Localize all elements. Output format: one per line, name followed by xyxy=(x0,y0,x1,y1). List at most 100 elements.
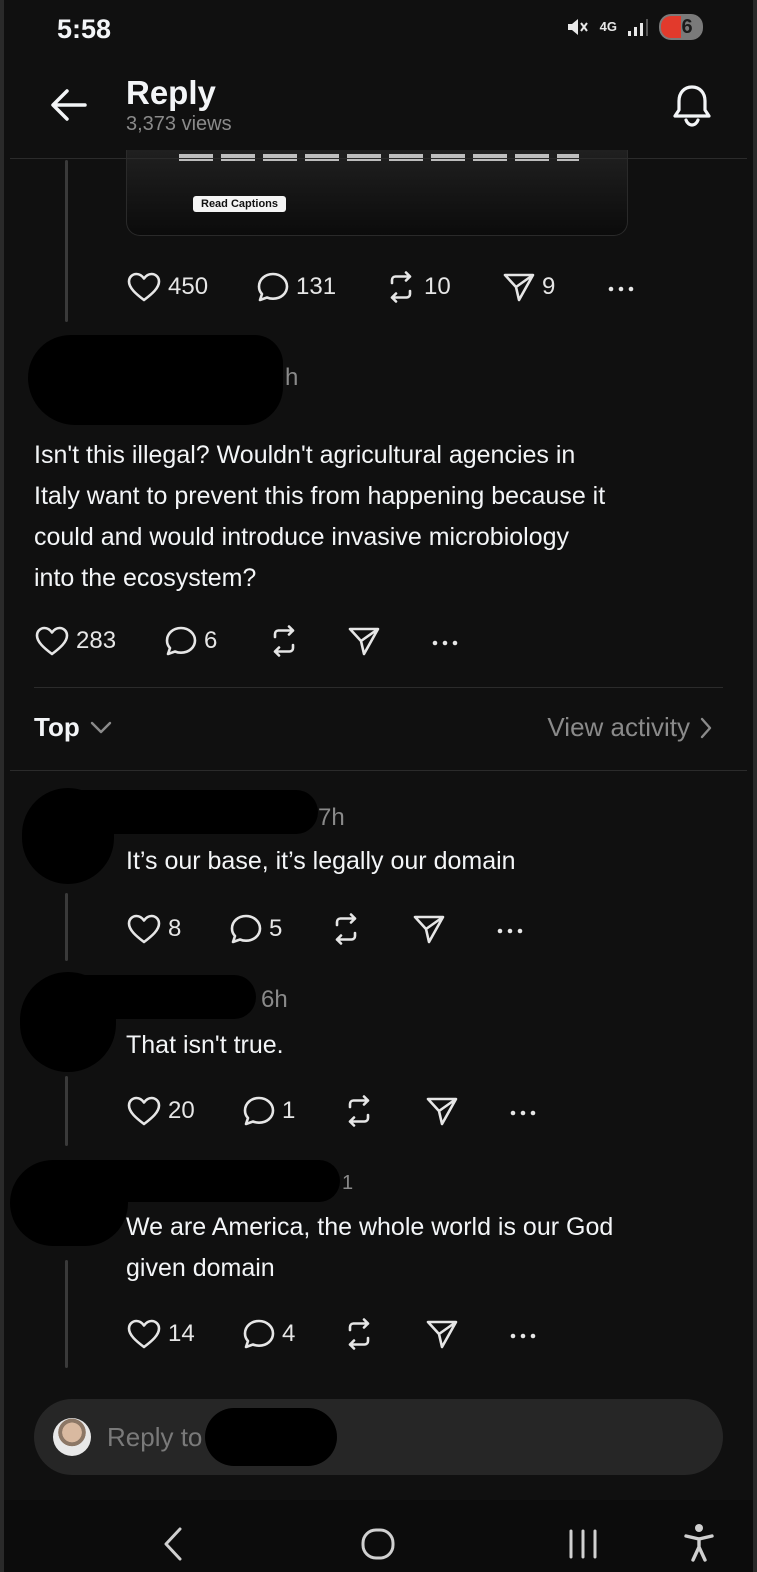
comment-line: We are America, the whole world is our G… xyxy=(126,1213,614,1241)
paper-plane-icon xyxy=(413,915,445,944)
battery-low-icon xyxy=(661,16,681,38)
paper-plane-icon xyxy=(503,273,535,302)
network-type: 4G xyxy=(599,19,617,34)
read-captions-button[interactable]: Read Captions xyxy=(193,196,287,212)
accessibility-icon[interactable] xyxy=(683,1523,715,1563)
more-button[interactable] xyxy=(508,1095,538,1127)
like-button[interactable]: 20 xyxy=(126,1095,195,1127)
thread-line xyxy=(65,160,68,322)
repost-icon xyxy=(335,913,357,945)
view-count: 3,373 views xyxy=(126,113,232,135)
like-count: 14 xyxy=(168,1320,195,1347)
more-icon xyxy=(497,928,523,934)
comment-button[interactable]: 1 xyxy=(242,1095,295,1127)
like-button[interactable]: 14 xyxy=(126,1318,195,1350)
bell-icon[interactable] xyxy=(672,83,712,127)
comment-count: 1 xyxy=(282,1097,296,1124)
share-button[interactable] xyxy=(425,1318,459,1350)
section-divider xyxy=(10,770,747,771)
repost-button[interactable] xyxy=(342,1095,376,1127)
comment-time: 7h xyxy=(318,804,345,831)
speech-bubble-icon xyxy=(243,1096,275,1126)
repost-icon xyxy=(348,1095,370,1127)
comment-count: 4 xyxy=(282,1320,296,1347)
status-icons: 4G 6 xyxy=(566,14,703,40)
like-button[interactable]: 283 xyxy=(34,625,116,657)
paper-plane-icon xyxy=(348,627,380,656)
nav-home-icon[interactable] xyxy=(360,1527,396,1561)
repost-button[interactable] xyxy=(329,913,363,945)
header-divider xyxy=(10,158,747,159)
heart-icon xyxy=(127,1319,161,1349)
repost-icon xyxy=(348,1318,370,1350)
battery-level: 6 xyxy=(681,15,693,38)
like-count: 450 xyxy=(168,273,209,300)
like-count: 283 xyxy=(76,627,117,654)
repost-button[interactable] xyxy=(342,1318,376,1350)
comment-time: 1 xyxy=(342,1172,354,1194)
comment-button[interactable]: 5 xyxy=(229,913,282,945)
comment-button[interactable]: 131 xyxy=(256,271,336,303)
reply-post-text: Isn't this illegal? Wouldn't agricultura… xyxy=(34,435,605,599)
share-count: 9 xyxy=(542,273,556,300)
paper-plane-icon xyxy=(426,1320,458,1349)
nav-back-icon[interactable] xyxy=(160,1525,186,1563)
speech-bubble-icon xyxy=(257,272,289,302)
back-arrow-icon[interactable] xyxy=(50,88,88,122)
mute-icon xyxy=(567,19,588,35)
comment-line: given domain xyxy=(126,1254,275,1282)
like-button[interactable]: 450 xyxy=(126,271,208,303)
thread-line xyxy=(65,893,68,961)
battery-indicator: 6 xyxy=(659,14,703,40)
more-icon xyxy=(510,1110,536,1116)
comment-text: It’s our base, it’s legally our domain xyxy=(126,847,516,875)
thread-line xyxy=(65,1260,68,1368)
nav-recents-icon[interactable] xyxy=(566,1528,600,1560)
sort-label: Top xyxy=(34,712,80,742)
more-button[interactable] xyxy=(508,1318,538,1350)
heart-icon xyxy=(127,1096,161,1126)
speech-bubble-icon xyxy=(243,1319,275,1349)
more-icon xyxy=(510,1333,536,1339)
chevron-down-icon xyxy=(90,721,111,733)
repost-button[interactable] xyxy=(267,625,301,657)
comment-button[interactable]: 4 xyxy=(242,1318,295,1350)
chevron-right-icon xyxy=(700,717,712,738)
comment-text: That isn't true. xyxy=(126,1031,284,1059)
heart-icon xyxy=(127,914,161,944)
more-icon xyxy=(432,640,458,646)
redacted-username xyxy=(60,1160,340,1202)
comment-count: 5 xyxy=(269,915,283,942)
repost-button[interactable]: 10 xyxy=(384,271,451,303)
more-button[interactable] xyxy=(606,271,636,303)
paper-plane-icon xyxy=(426,1097,458,1126)
speech-bubble-icon xyxy=(230,914,262,944)
view-activity-label: View activity xyxy=(547,712,690,742)
comment-time: 6h xyxy=(261,986,288,1013)
page-title: Reply xyxy=(126,74,216,111)
share-button[interactable] xyxy=(412,913,446,945)
view-activity-link[interactable]: View activity xyxy=(547,712,712,743)
thread-line xyxy=(65,1076,68,1146)
redacted-username xyxy=(60,790,318,834)
more-button[interactable] xyxy=(495,913,525,945)
reply-placeholder: Reply to xyxy=(107,1422,203,1452)
comment-count: 131 xyxy=(296,273,337,300)
post-time: h xyxy=(285,364,299,391)
share-button[interactable]: 9 xyxy=(502,271,555,303)
repost-icon xyxy=(390,271,412,303)
heart-icon xyxy=(35,626,69,656)
comment-text: We are America, the whole world is our G… xyxy=(126,1207,613,1289)
more-button[interactable] xyxy=(430,625,460,657)
like-count: 20 xyxy=(168,1097,195,1124)
share-button[interactable] xyxy=(425,1095,459,1127)
avatar xyxy=(53,1418,91,1456)
comment-button[interactable]: 6 xyxy=(164,625,217,657)
like-count: 8 xyxy=(168,915,182,942)
video-card[interactable]: Read Captions xyxy=(126,150,628,236)
like-button[interactable]: 8 xyxy=(126,913,181,945)
redacted-username xyxy=(60,975,256,1019)
sort-dropdown[interactable]: Top xyxy=(34,712,112,743)
share-button[interactable] xyxy=(347,625,381,657)
signal-icon xyxy=(628,19,648,36)
